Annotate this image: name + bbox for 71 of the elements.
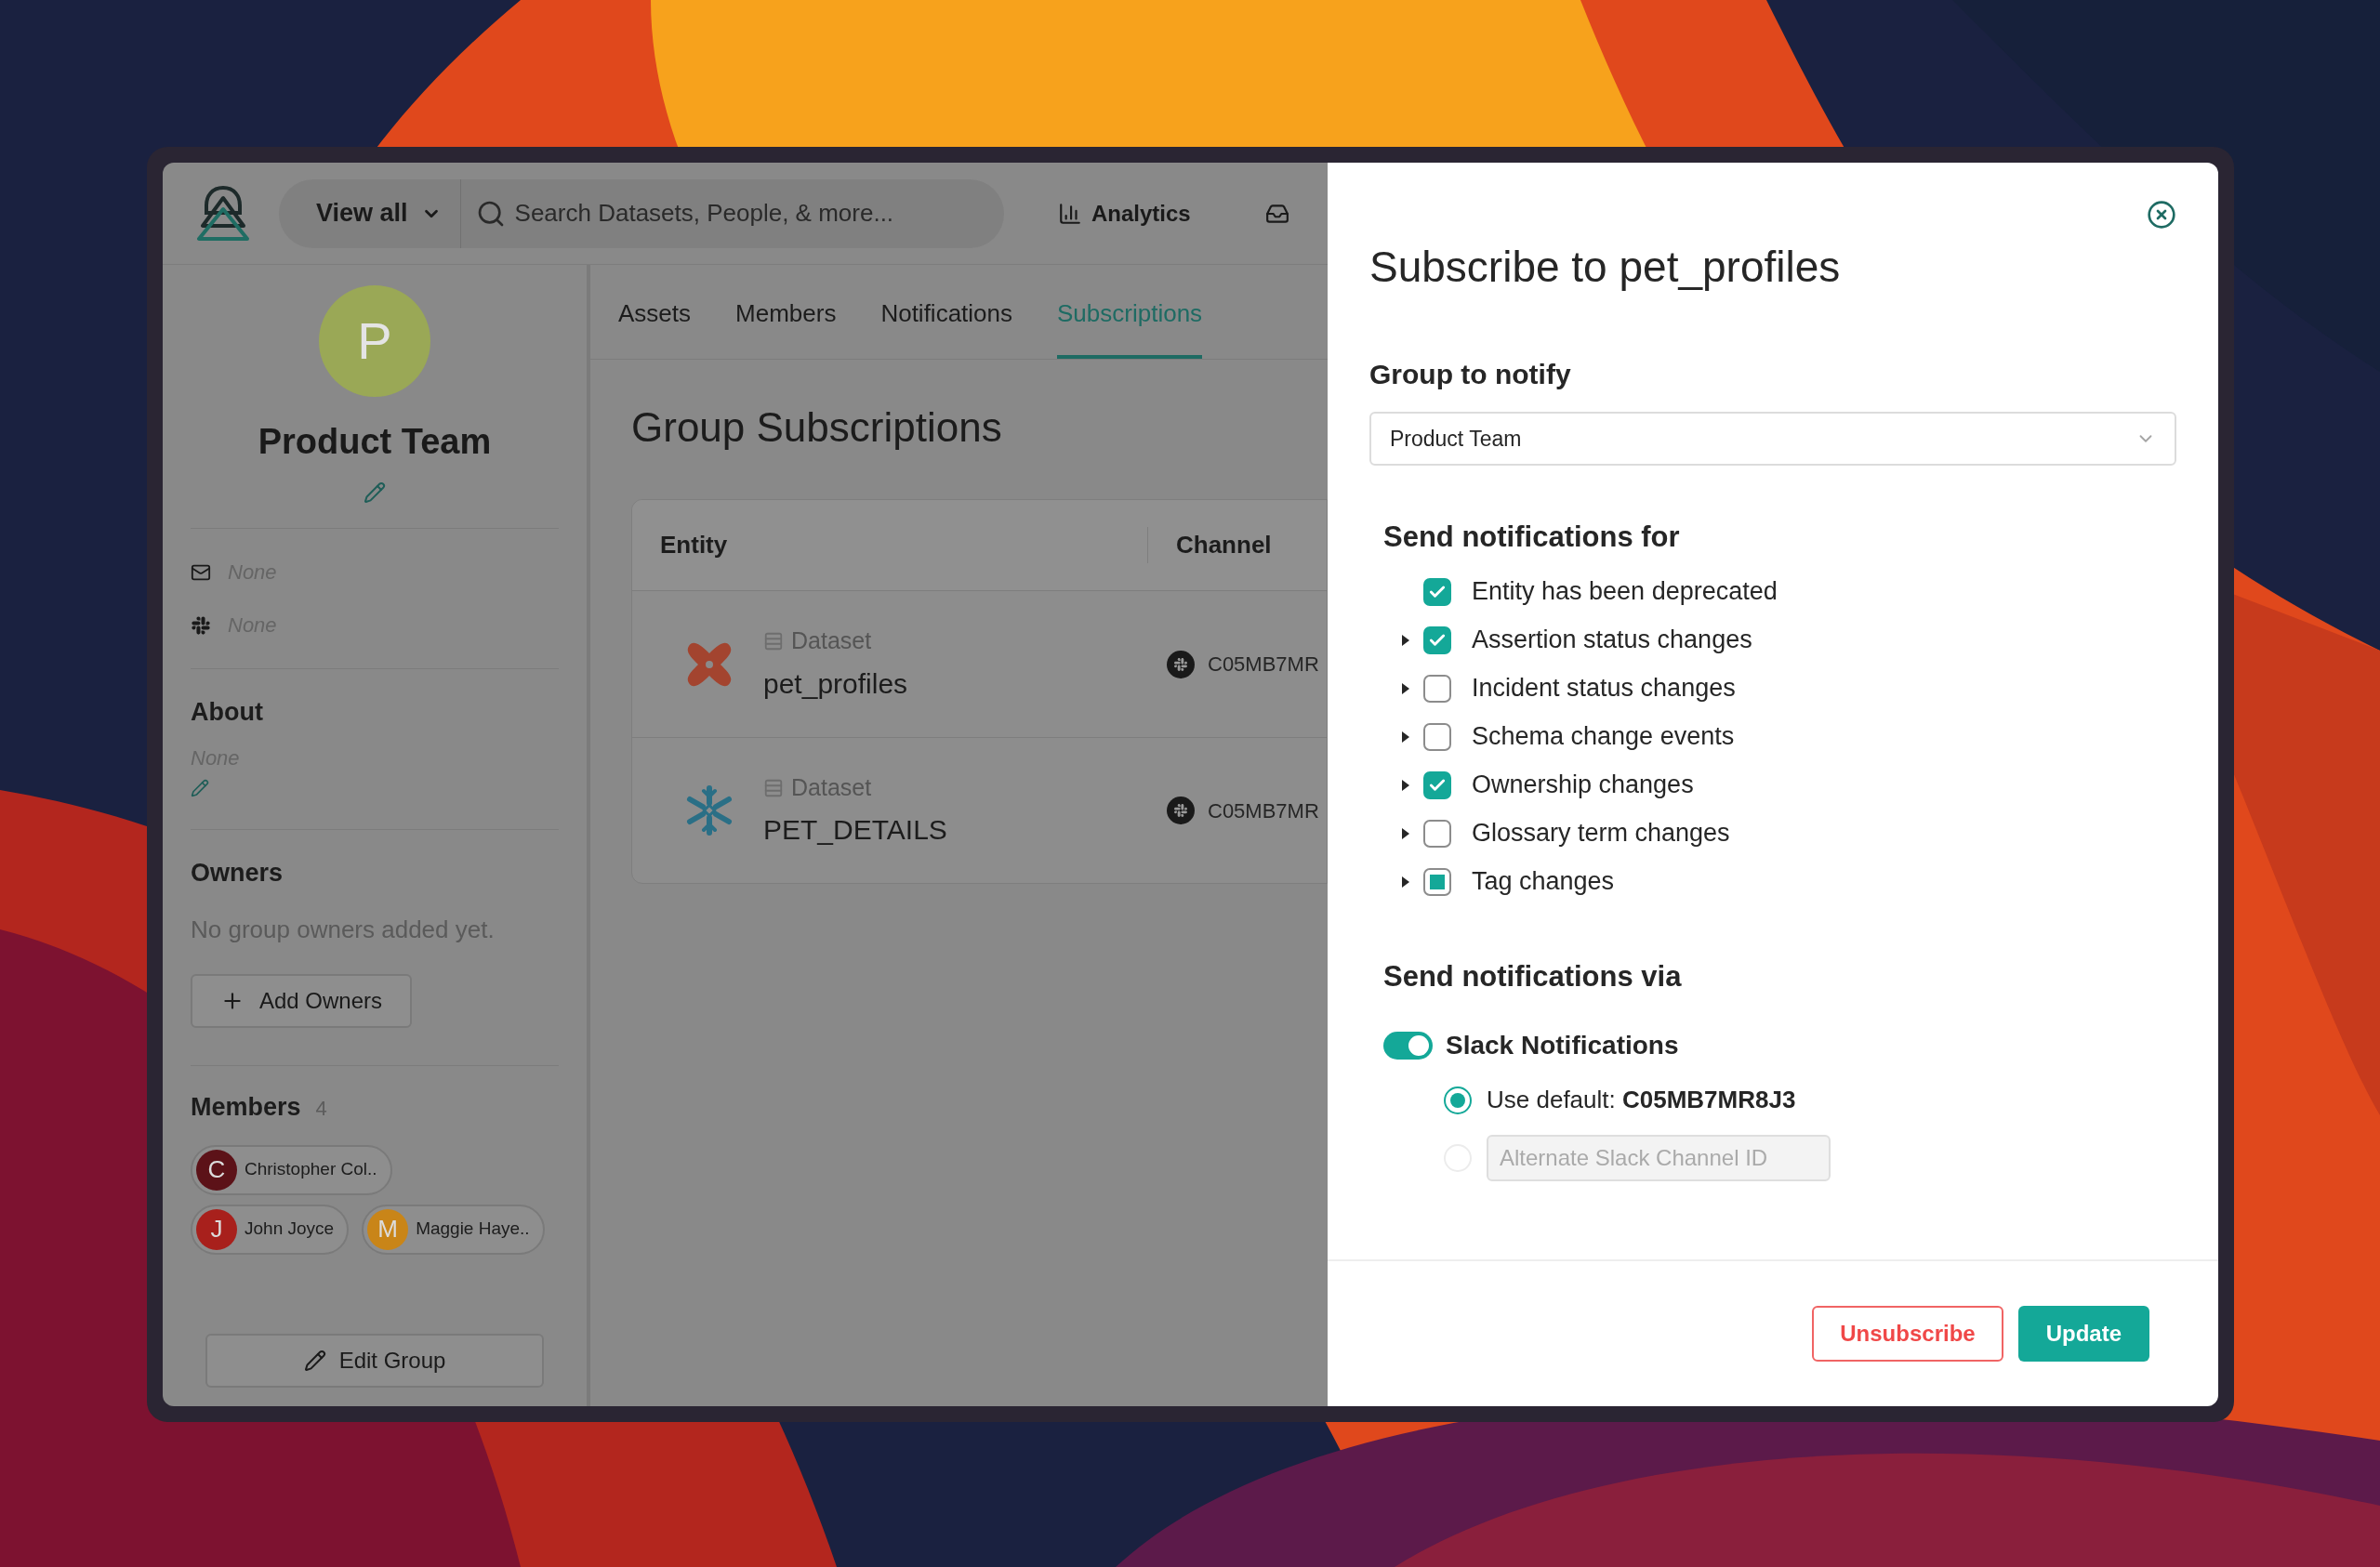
event-label: Assertion status changes <box>1472 625 1752 656</box>
field-label: Group to notify <box>1369 358 1572 391</box>
column-header: Channel <box>1175 530 1272 560</box>
radio-button[interactable] <box>1444 1086 1472 1114</box>
event-label: Glossary term changes <box>1472 818 1730 849</box>
column-header: Entity <box>632 527 1148 563</box>
unsubscribe-button[interactable]: Unsubscribe <box>1812 1306 2003 1362</box>
radio-label: Use default: C05MB7MR8J3 <box>1487 1085 1796 1115</box>
entity-name[interactable]: PET_DETAILS <box>763 809 947 851</box>
logo-icon[interactable] <box>195 184 251 243</box>
tab[interactable]: Assets <box>618 265 692 359</box>
checkbox[interactable] <box>1423 867 1451 896</box>
member-avatar: J <box>196 1208 237 1250</box>
expand-caret-icon[interactable] <box>1401 681 1410 695</box>
edit-icon[interactable] <box>364 481 386 504</box>
member-chip[interactable]: C Christopher Col.. <box>191 1144 392 1195</box>
nav-link[interactable]: Analytics <box>1058 196 1191 230</box>
group-select[interactable]: Product Team <box>1369 412 2176 466</box>
event-label: Entity has been deprecated <box>1472 576 1778 608</box>
scope-dropdown[interactable]: View all <box>279 178 461 248</box>
checkbox[interactable] <box>1423 625 1451 654</box>
toggle-label: Slack Notifications <box>1446 1030 1679 1061</box>
expand-caret-icon[interactable] <box>1401 778 1410 792</box>
tab[interactable]: Members <box>735 265 837 359</box>
section-title: Members <box>191 1092 301 1123</box>
entity-name[interactable]: pet_profiles <box>763 662 908 704</box>
checkbox[interactable] <box>1423 674 1451 703</box>
edit-group-button[interactable]: Edit Group <box>205 1334 544 1388</box>
section-title: Send notifications via <box>1383 958 1683 994</box>
tab[interactable]: Notifications <box>880 265 1012 359</box>
expand-caret-icon[interactable] <box>1401 730 1410 744</box>
checkbox[interactable] <box>1423 577 1451 606</box>
member-avatar: M <box>367 1208 409 1250</box>
update-button[interactable]: Update <box>2017 1306 2149 1362</box>
close-icon[interactable] <box>2147 200 2176 230</box>
panel-title: Subscribe to pet_profiles <box>1369 242 1842 293</box>
pencil-icon <box>303 1350 326 1372</box>
member-avatar: C <box>196 1149 237 1191</box>
page-title: Group Subscriptions <box>631 403 1003 452</box>
edit-icon[interactable] <box>191 778 209 797</box>
event-label: Ownership changes <box>1472 770 1694 801</box>
section-title: Owners <box>191 857 284 889</box>
dataset-icon <box>763 777 784 798</box>
checkbox[interactable] <box>1423 770 1451 799</box>
search-field[interactable]: Search Datasets, People, & more... <box>514 195 961 231</box>
toggle-switch[interactable] <box>1383 1032 1433 1060</box>
member-chip[interactable]: M Maggie Haye.. <box>362 1204 545 1255</box>
expand-caret-icon[interactable] <box>1401 826 1410 840</box>
chart-icon <box>1058 201 1082 226</box>
dataset-icon <box>763 631 784 652</box>
event-label: Incident status changes <box>1472 673 1736 704</box>
entity-type: Dataset <box>791 626 872 656</box>
entity-type: Dataset <box>791 772 872 802</box>
channel-id: C05MB7MR <box>1208 797 1319 824</box>
slack-icon <box>191 614 211 636</box>
group-avatar: P <box>319 285 430 397</box>
checkbox[interactable] <box>1423 819 1451 848</box>
expand-caret-icon[interactable] <box>1401 875 1410 889</box>
section-title: About <box>191 697 264 728</box>
section-title: Send notifications for <box>1383 520 1681 555</box>
slack-icon <box>1167 650 1195 678</box>
checkbox[interactable] <box>1423 722 1451 751</box>
event-label: Tag changes <box>1472 866 1615 898</box>
channel-id: C05MB7MR <box>1208 652 1319 678</box>
add-owners-button[interactable]: Add Owners <box>191 974 413 1028</box>
event-label: Schema change events <box>1472 721 1735 753</box>
slack-icon <box>1167 797 1195 824</box>
member-chip[interactable]: J John Joyce <box>191 1204 350 1255</box>
search-bar[interactable]: View all Search Datasets, People, & more... <box>279 178 1004 248</box>
expand-caret-icon[interactable] <box>1401 633 1410 647</box>
group-name: Product Team <box>258 421 492 463</box>
